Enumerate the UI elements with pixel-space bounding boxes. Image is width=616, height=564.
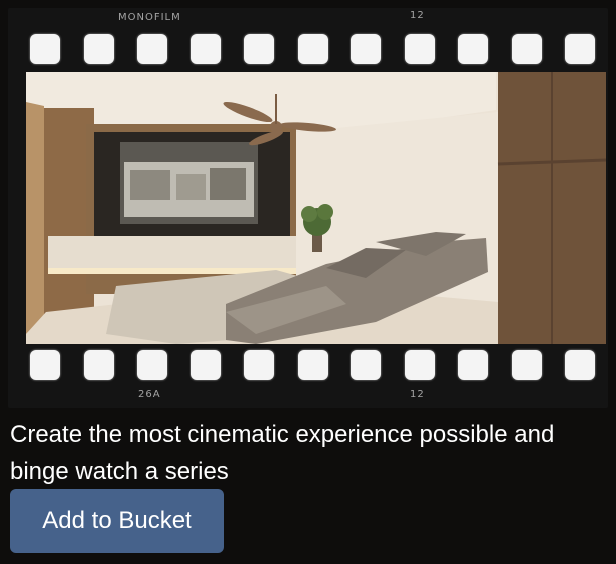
film-perforation bbox=[351, 34, 381, 64]
bucket-card: MONOFILM 12 26A 12 Create the most cinem… bbox=[0, 0, 616, 564]
film-code-label: 26A bbox=[138, 389, 161, 400]
film-perforation bbox=[244, 350, 274, 380]
film-perforation bbox=[30, 350, 60, 380]
film-perforation bbox=[190, 350, 221, 380]
film-perforation bbox=[30, 34, 60, 64]
film-perforation bbox=[83, 350, 114, 380]
film-brand-label: MONOFILM bbox=[118, 12, 181, 23]
film-perforation bbox=[351, 350, 381, 380]
film-perforation bbox=[137, 350, 167, 380]
add-to-bucket-button[interactable]: Add to Bucket bbox=[10, 489, 224, 553]
film-perforation bbox=[83, 34, 114, 64]
film-perforations-top bbox=[8, 32, 608, 66]
home-theater-image bbox=[26, 72, 606, 344]
film-perforation bbox=[297, 350, 328, 380]
film-perforation bbox=[511, 350, 542, 380]
film-perforation bbox=[297, 34, 328, 64]
film-frame-number-bottom: 12 bbox=[410, 389, 425, 400]
film-perforation bbox=[565, 350, 595, 380]
film-perforation bbox=[511, 34, 542, 64]
film-strip-frame: MONOFILM 12 26A 12 bbox=[8, 8, 608, 408]
film-perforations-bottom bbox=[8, 348, 608, 382]
film-perforation bbox=[190, 34, 221, 64]
film-perforation bbox=[404, 34, 435, 64]
film-frame-number-top: 12 bbox=[410, 10, 425, 21]
bucket-item-description: Create the most cinematic experience pos… bbox=[10, 421, 555, 485]
home-theater-photo bbox=[26, 72, 606, 344]
film-perforation bbox=[458, 350, 488, 380]
film-perforation bbox=[244, 34, 274, 64]
film-perforation bbox=[137, 34, 167, 64]
film-perforation bbox=[565, 34, 595, 64]
film-perforation bbox=[458, 34, 488, 64]
film-perforation bbox=[404, 350, 435, 380]
